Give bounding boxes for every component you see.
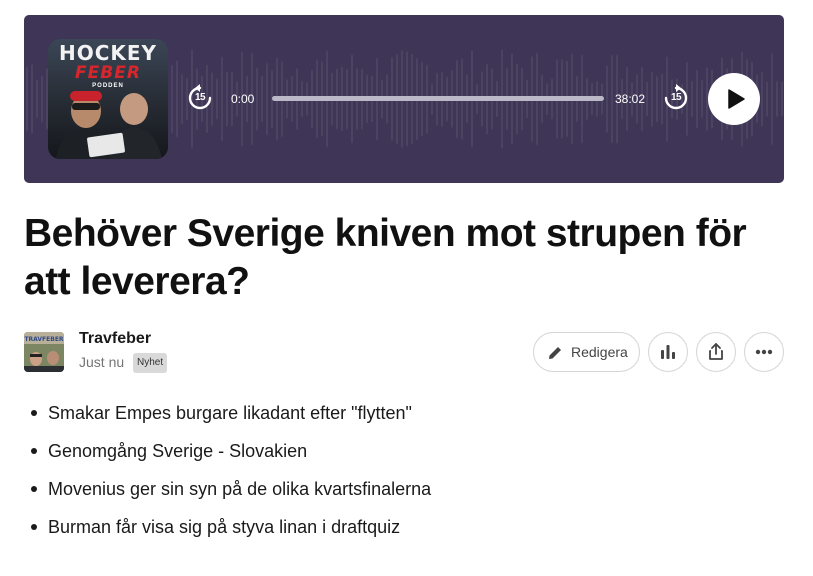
- audio-player: HOCKEY FEBER PODDEN 15 0:00 38:02 15: [24, 15, 784, 183]
- waveform-bar: [226, 71, 228, 127]
- list-item-text: Genomgång Sverige - Slovakien: [48, 441, 308, 461]
- waveform-bar: [761, 71, 763, 127]
- waveform-bar: [646, 81, 648, 117]
- bullet-dot: [31, 486, 37, 492]
- edit-button[interactable]: Redigera: [533, 332, 640, 372]
- pencil-icon: [549, 347, 561, 359]
- waveform-bar: [31, 64, 33, 134]
- waveform-bar: [766, 81, 768, 117]
- current-time: 0:00: [231, 92, 255, 106]
- podcast-cover-art: HOCKEY FEBER PODDEN: [48, 39, 168, 159]
- svg-text:TRAVFEBER: TRAVFEBER: [24, 336, 63, 343]
- waveform-bar: [701, 80, 703, 118]
- skip-back-seconds: 15: [194, 92, 206, 103]
- waveform-bar: [181, 74, 183, 124]
- post-title: Behöver Sverige kniven mot strupen för a…: [24, 212, 747, 303]
- waveform-bar: [266, 62, 268, 136]
- waveform-bar: [221, 56, 223, 142]
- share-icon: [709, 343, 723, 360]
- cover-subtitle: FEBER: [75, 63, 141, 83]
- play-button[interactable]: [708, 73, 760, 125]
- status-badge: Nyhet: [133, 353, 168, 373]
- play-icon: [727, 89, 745, 109]
- waveform-bar: [36, 79, 38, 119]
- bullet-dot: [31, 410, 37, 416]
- stats-button[interactable]: [648, 332, 688, 372]
- bullet-dot: [31, 524, 37, 530]
- author-name[interactable]: Travfeber: [79, 330, 151, 348]
- list-item-text: Smakar Empes burgare likadant efter "fly…: [48, 403, 412, 423]
- waveform-bar: [216, 78, 218, 120]
- list-item: Smakar Empes burgare likadant efter "fly…: [24, 400, 784, 438]
- edit-button-label: Redigera: [571, 344, 628, 360]
- waveform-bar: [691, 80, 693, 118]
- list-item: Genomgång Sverige - Slovakien: [24, 438, 784, 476]
- more-icon: [755, 349, 773, 355]
- waveform-bar: [771, 53, 773, 145]
- waveform-bar: [776, 81, 778, 117]
- progress-slider[interactable]: [272, 96, 604, 101]
- skip-back-button[interactable]: 15: [187, 84, 213, 112]
- author-avatar[interactable]: TRAVFEBER: [24, 332, 64, 372]
- share-button[interactable]: [696, 332, 736, 372]
- waveform-bar: [261, 75, 263, 123]
- skip-forward-button[interactable]: 15: [663, 84, 689, 112]
- cover-tag: PODDEN: [92, 83, 124, 89]
- waveform-bar: [256, 67, 258, 131]
- waveform-bar: [606, 65, 608, 133]
- waveform-bar: [781, 81, 783, 117]
- waveform-bar: [176, 60, 178, 138]
- episode-summary-list: Smakar Empes burgare likadant efter "fly…: [24, 400, 784, 552]
- duration: 38:02: [615, 92, 646, 106]
- waveform-bar: [41, 75, 43, 123]
- list-item: Movenius ger sin syn på de olika kvartsf…: [24, 476, 784, 514]
- waveform-bar: [656, 75, 658, 123]
- waveform-bar: [611, 54, 613, 144]
- waveform-bar: [171, 64, 173, 134]
- bar-chart-icon: [661, 345, 675, 359]
- list-item-text: Burman får visa sig på styva linan i dra…: [48, 517, 401, 537]
- list-item-text: Movenius ger sin syn på de olika kvartsf…: [48, 479, 432, 499]
- more-button[interactable]: [744, 332, 784, 372]
- post-date: Just nu: [79, 354, 125, 370]
- list-item: Burman får visa sig på styva linan i dra…: [24, 514, 784, 552]
- avatar-image: TRAVFEBER: [24, 332, 64, 372]
- waveform-bar: [26, 66, 28, 132]
- skip-forward-seconds: 15: [670, 92, 682, 103]
- cover-title: HOCKEY: [58, 41, 158, 65]
- bullet-dot: [31, 448, 37, 454]
- waveform-bar: [651, 71, 653, 127]
- waveform-bar: [696, 69, 698, 129]
